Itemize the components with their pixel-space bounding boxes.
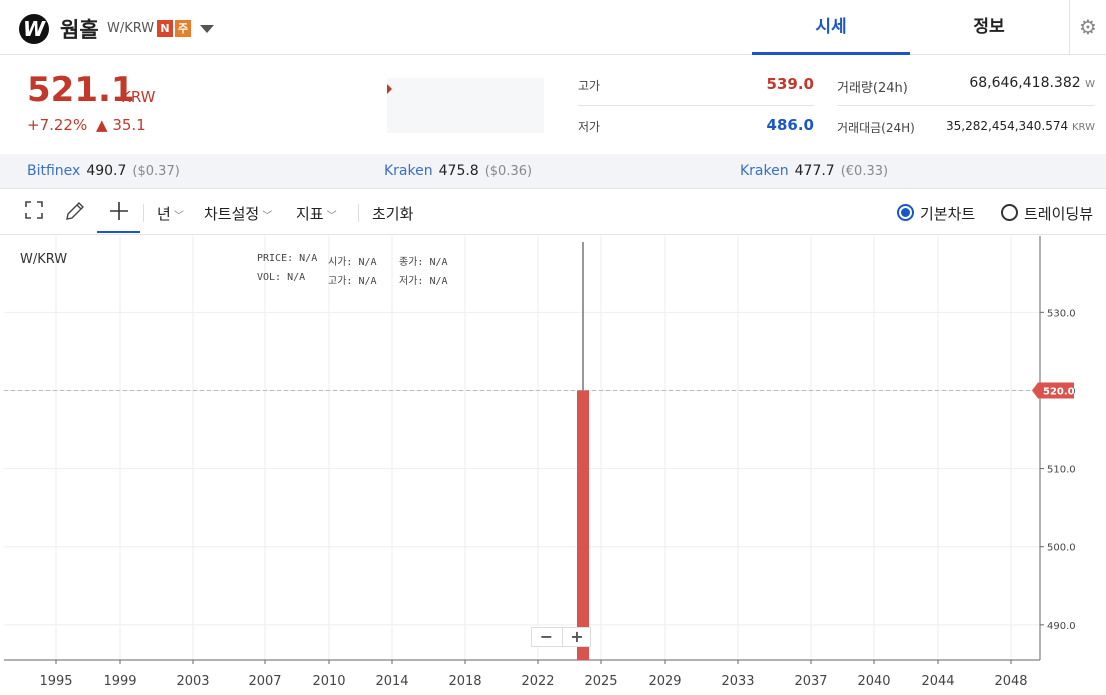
tab-info[interactable]: 정보 [910, 0, 1068, 55]
price-summary: 521.1 KRW +7.22% ▲ 35.1 고가 539.0 저가 486.… [0, 56, 1106, 154]
ohlc-volume: VOL: N/A [257, 272, 306, 283]
low-label: 저가 [578, 120, 601, 134]
crosshair-icon[interactable] [108, 200, 130, 227]
zoom-out-button[interactable]: − [532, 628, 561, 646]
period-label: 년 [157, 205, 171, 223]
zoom-in-button[interactable]: + [562, 628, 591, 646]
chart-toolbar: 년 ﹀ 차트설정 ﹀ 지표 ﹀ 초기화 기본차트 트레이딩뷰 [0, 190, 1106, 235]
x-axis-label: 2048 [994, 674, 1027, 689]
amount-number: 35,282,454,340.574 [946, 119, 1069, 133]
badge-new: N [157, 20, 173, 37]
price-unit: KRW [121, 88, 156, 106]
x-axis-label: 2003 [176, 674, 209, 689]
indicators-menu[interactable]: 지표 ﹀ [296, 203, 337, 224]
y-axis-label: 490.0 [1047, 621, 1076, 632]
gear-icon[interactable]: ⚙ [1069, 0, 1106, 55]
low-value: 486.0 [766, 116, 814, 134]
mini-chart-marker-icon [387, 84, 392, 94]
exchange-price: 475.8 [438, 163, 479, 179]
chart-settings-menu[interactable]: 차트설정 ﹀ [204, 203, 272, 224]
price-chart[interactable]: 1995 1999 2003 2007 2010 2014 2018 2022 2025 2029… [0, 236, 1106, 695]
exchange-item[interactable]: Kraken 477.7 (€0.33) [740, 163, 888, 179]
badge-caution: 주 [175, 20, 191, 37]
x-axis-label: 2010 [312, 674, 345, 689]
y-axis-label: 510.0 [1047, 465, 1076, 476]
mini-chart [387, 78, 544, 133]
pencil-icon[interactable] [64, 200, 86, 227]
x-axis-label: 2014 [375, 674, 408, 689]
exchange-name: Kraken [384, 163, 433, 179]
ohlc-close: 종가: N/A [399, 257, 448, 268]
exchange-usd: ($0.36) [484, 164, 533, 179]
exchange-usd: ($0.37) [132, 164, 180, 179]
chevron-down-icon: ﹀ [173, 211, 184, 222]
volume-label: 거래량(24h) [837, 81, 908, 96]
wormhole-logo: W [19, 14, 49, 44]
volume-number: 68,646,418.382 [969, 75, 1081, 91]
fullscreen-icon[interactable] [24, 200, 44, 225]
change-percent: +7.22% [27, 116, 88, 134]
indicators-label: 지표 [296, 205, 324, 223]
exchange-item[interactable]: Bitfinex 490.7 ($0.37) [27, 163, 180, 179]
x-axis-label: 1995 [39, 674, 72, 689]
x-axis-label: 2018 [448, 674, 481, 689]
radio-tradingview-label[interactable]: 트레이딩뷰 [1024, 203, 1093, 224]
amount-value: 35,282,454,340.574 KRW [900, 119, 1095, 133]
chevron-down-icon: ﹀ [262, 211, 273, 222]
exchange-item[interactable]: Kraken 475.8 ($0.36) [384, 163, 532, 179]
volume-unit: W [1085, 79, 1095, 90]
volume-value: 68,646,418.382 W [900, 75, 1095, 91]
x-axis-label: 2040 [857, 674, 890, 689]
y-axis-label: 500.0 [1047, 543, 1076, 554]
x-axis-label: 2025 [584, 674, 617, 689]
current-price: 521.1 [27, 70, 135, 110]
coin-pair: W/KRW [107, 21, 155, 36]
ohlc-open: 시가: N/A [328, 257, 377, 268]
x-axis-label: 2007 [248, 674, 281, 689]
chart-symbol: W/KRW [20, 252, 68, 267]
stat-divider [578, 105, 814, 106]
period-menu[interactable]: 년 ﹀ [157, 203, 184, 224]
radio-basic-chart[interactable] [897, 204, 914, 221]
x-axis-label: 2033 [721, 674, 754, 689]
exchange-name: Bitfinex [27, 163, 81, 179]
stat-divider [837, 105, 1095, 106]
x-axis-label: 2029 [648, 674, 681, 689]
exchange-price: 477.7 [794, 163, 835, 179]
x-axis-label: 1999 [103, 674, 136, 689]
tab-price[interactable]: 시세 [752, 0, 910, 55]
last-price-label: 520.0 [1043, 386, 1075, 397]
exchange-price: 490.7 [86, 163, 127, 179]
coin-dropdown-icon[interactable] [200, 25, 214, 33]
y-axis-label: 530.0 [1047, 308, 1076, 319]
ohlc-low: 저가: N/A [399, 276, 448, 287]
change-absolute: ▲ 35.1 [96, 116, 146, 134]
zoom-controls: − + [531, 627, 591, 647]
exchange-name: Kraken [740, 163, 789, 179]
high-label: 고가 [578, 79, 601, 93]
coin-name: 웜홀 [60, 18, 99, 42]
active-tool-indicator [97, 231, 140, 233]
reset-button[interactable]: 초기화 [372, 203, 413, 224]
ohlc-price: PRICE: N/A [257, 253, 318, 264]
chevron-down-icon: ﹀ [326, 211, 337, 222]
toolbar-divider [358, 204, 359, 222]
x-axis-label: 2044 [921, 674, 954, 689]
x-axis-label: 2022 [521, 674, 554, 689]
x-axis-label: 2037 [794, 674, 827, 689]
candle-body [577, 390, 589, 660]
exchange-price-bar: Bitfinex 490.7 ($0.37) Kraken 475.8 ($0.36) … [0, 154, 1106, 189]
price-change: +7.22% ▲ 35.1 [27, 116, 146, 134]
toolbar-divider [143, 204, 144, 222]
radio-basic-chart-label[interactable]: 기본차트 [920, 203, 975, 224]
header-bar: W 웜홀 W/KRW N 주 시세 정보 ⚙ [0, 0, 1106, 55]
radio-tradingview[interactable] [1001, 204, 1018, 221]
amount-unit: KRW [1072, 122, 1095, 133]
chart-settings-label: 차트설정 [204, 205, 260, 223]
ohlc-high: 고가: N/A [328, 276, 377, 287]
high-value: 539.0 [766, 75, 814, 93]
exchange-eur: (€0.33) [840, 164, 889, 179]
